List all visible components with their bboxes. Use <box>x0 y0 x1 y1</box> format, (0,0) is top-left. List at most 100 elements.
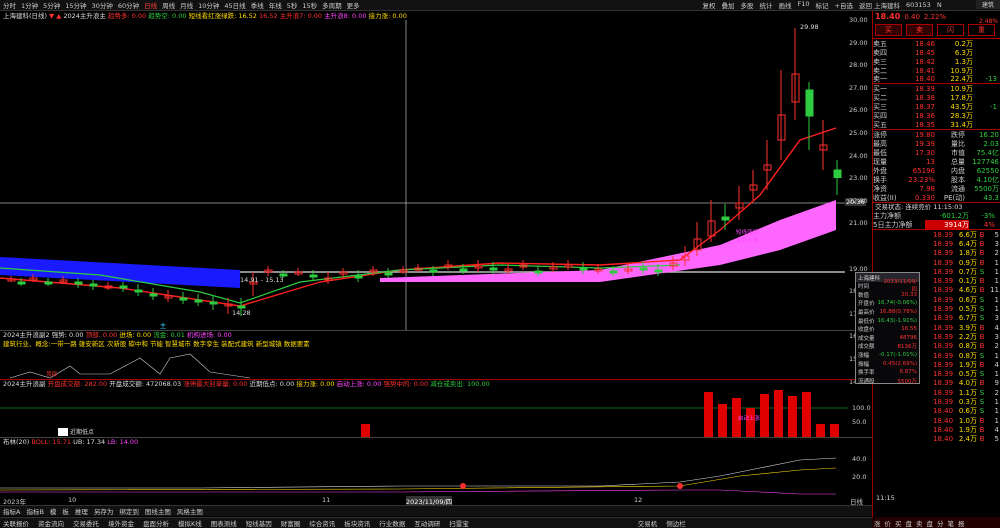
panel2-s4: 流金: 0.01 <box>153 331 185 339</box>
stat-cell: 62550 <box>976 166 999 175</box>
boll-chart[interactable] <box>0 446 872 496</box>
period-6[interactable]: 60分钟 <box>118 0 139 10</box>
side-tab[interactable]: 报 <box>958 518 965 528</box>
tab-b[interactable]: 指标B <box>26 506 43 516</box>
period-11[interactable]: 45日线 <box>224 0 245 10</box>
period-more[interactable]: 更多 <box>347 0 360 10</box>
period-15[interactable]: 15秒 <box>302 0 317 10</box>
data-popup[interactable]: 上海建科 时间 2023/11/09/四 数值 20.33 开盘价 16.74(-0.06… <box>855 272 920 385</box>
period-9[interactable]: 月线 <box>180 0 193 10</box>
tab-3[interactable]: 模 <box>50 506 57 516</box>
period-1[interactable]: 分时 <box>3 0 16 10</box>
tab-4[interactable]: 板 <box>62 506 69 516</box>
panel2-chart[interactable]: 顶部 <box>0 348 400 380</box>
tick-count: 5 <box>994 230 999 239</box>
bottom-5[interactable]: 盘面分析 <box>143 518 169 528</box>
sell-button[interactable]: 卖 <box>906 24 933 36</box>
tool-add-watch[interactable]: +自选 <box>835 0 853 10</box>
sector-tag[interactable]: 建筑 <box>976 0 1000 9</box>
tool-mark[interactable]: 标记 <box>816 0 829 10</box>
side-tab[interactable]: 卖 <box>916 518 923 528</box>
bottom-10[interactable]: 综合资讯 <box>309 518 335 528</box>
period-4[interactable]: 15分钟 <box>65 0 86 10</box>
tool-fuquan[interactable]: 复权 <box>703 0 716 10</box>
tab-9[interactable]: 风格主图 <box>177 506 203 516</box>
period-2[interactable]: 1分钟 <box>21 0 38 10</box>
panel3-s1: 开盘成交额: 282.00 <box>47 380 108 388</box>
stat-wave8: 主升浪8: 0.00 <box>324 12 367 20</box>
popup-key: 成交额 <box>858 344 875 351</box>
tab-6[interactable]: 另存为 <box>94 506 114 516</box>
tab-8[interactable]: 图线主图 <box>145 506 171 516</box>
bottom-9[interactable]: 财富圈 <box>281 518 301 528</box>
tick-count: 9 <box>994 379 999 388</box>
tab-a[interactable]: 指标A <box>3 506 20 516</box>
period-8[interactable]: 周线 <box>162 0 175 10</box>
bottom-13[interactable]: 互动调研 <box>414 518 440 528</box>
period-14[interactable]: 5秒 <box>287 0 298 10</box>
tab-5[interactable]: 推理 <box>75 506 88 516</box>
bottom-1[interactable]: 关联报价 <box>3 518 29 528</box>
tick-side: S <box>979 370 985 379</box>
side-tab[interactable]: 盘 <box>906 518 913 528</box>
candle-body <box>609 270 618 274</box>
high-price-label: 29.98 <box>800 23 819 31</box>
period-daily[interactable]: 日线 <box>144 0 157 10</box>
annotation-1: 短线涨红 <box>736 228 759 236</box>
period-16[interactable]: 多周期 <box>322 0 342 10</box>
tool-f10[interactable]: F10 <box>798 0 810 10</box>
quote-code: 603153 <box>906 1 931 9</box>
panel3-s5: 接力涨: 0.00 <box>296 380 335 388</box>
flash-button[interactable]: 闪 <box>937 24 964 36</box>
bottom-3[interactable]: 交易委托 <box>73 518 99 528</box>
bottom-6[interactable]: 模拟K线 <box>178 518 202 528</box>
tick-price: 18.39 <box>933 370 954 379</box>
period-10[interactable]: 10分钟 <box>198 0 219 10</box>
candlestick-chart[interactable]: 29.98 14.91 - 15.13 14.28 短线涨红 主力入场 主 <box>0 20 872 330</box>
period-3[interactable]: 5分钟 <box>43 0 60 10</box>
side-tab[interactable]: 价 <box>885 518 892 528</box>
bottom-8[interactable]: 短线基因 <box>246 518 272 528</box>
book-price: 18.46 <box>914 39 935 48</box>
tick-count: 2 <box>994 388 999 397</box>
period-13[interactable]: 年线 <box>269 0 282 10</box>
stat-cell: 5500万 <box>974 184 999 193</box>
tool-overlay[interactable]: 叠加 <box>722 0 735 10</box>
stat-wave7: 主升浪7: 0.00 <box>279 12 323 20</box>
bottom-12[interactable]: 行业数据 <box>379 518 405 528</box>
bottom-7[interactable]: 图表测线 <box>211 518 237 528</box>
side-tab[interactable]: 盘 <box>927 518 934 528</box>
quote-change: 0.40 <box>904 12 920 21</box>
reset-button[interactable]: 重 <box>968 24 995 36</box>
candle-body <box>429 269 438 273</box>
bottom-2[interactable]: 资金流向 <box>38 518 64 528</box>
tool-back[interactable]: 返回 <box>859 0 872 10</box>
popup-key: 成交量 <box>858 335 875 342</box>
candle-body <box>74 281 83 285</box>
bottom-16[interactable]: 侧边栏 <box>666 518 686 528</box>
bottom-15[interactable]: 交易机 <box>638 518 658 528</box>
side-tab[interactable]: 分 <box>937 518 944 528</box>
buy-button[interactable]: 买 <box>875 24 902 36</box>
period-5[interactable]: 30分钟 <box>92 0 113 10</box>
side-tab[interactable]: 买 <box>895 518 902 528</box>
panel3-s3: 涨停最大封单量: 0.00 <box>183 380 248 388</box>
tool-draw[interactable]: 画线 <box>779 0 792 10</box>
bottom-4[interactable]: 境外资金 <box>108 518 134 528</box>
bottom-14[interactable]: 扫雷宝 <box>449 518 469 528</box>
tab-7[interactable]: 绑定到 <box>119 506 139 516</box>
bottom-11[interactable]: 板块资讯 <box>344 518 370 528</box>
side-tab[interactable]: 笔 <box>948 518 955 528</box>
tick-row: 18.40 0.6万 S 1 <box>873 407 1000 416</box>
tick-price: 18.39 <box>933 397 954 406</box>
tool-stats[interactable]: 统计 <box>760 0 773 10</box>
y-tick: 30.00 <box>849 16 868 24</box>
period-12[interactable]: 季线 <box>251 0 264 10</box>
popup-key: 流通股 <box>858 378 875 385</box>
tick-side: B <box>979 277 985 286</box>
tool-multi[interactable]: 多股 <box>741 0 754 10</box>
stat-trend-down: 趋势空: 0.00 <box>148 12 187 20</box>
panel3-chart[interactable]: 近期低点 启动上涨 <box>0 388 872 438</box>
side-tab[interactable]: 涨 <box>874 518 881 528</box>
chart-tools: 复权 叠加 多股 统计 画线 F10 标记 +自选 返回 <box>703 0 872 10</box>
